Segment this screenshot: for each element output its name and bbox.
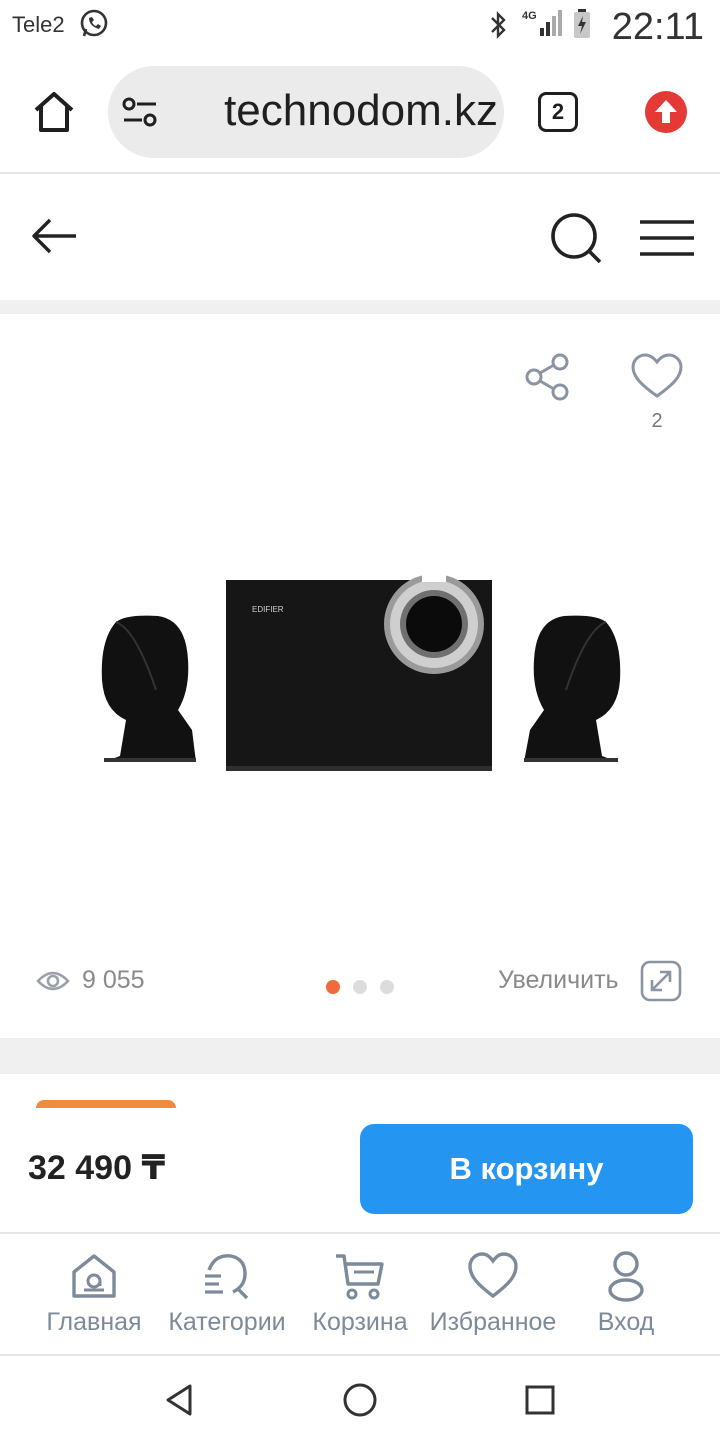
zoom-label[interactable]: Увеличить [498, 966, 619, 995]
nav-label: Главная [46, 1308, 142, 1336]
clock: 22:11 [611, 6, 704, 48]
views-eye-icon [36, 971, 70, 991]
gallery-dot[interactable] [380, 980, 394, 994]
gallery-dot[interactable] [353, 980, 367, 994]
nav-label: Вход [597, 1308, 655, 1336]
system-back-icon[interactable] [160, 1380, 200, 1420]
nav-label: Избранное [429, 1308, 557, 1336]
nav-label: Категории [168, 1308, 286, 1336]
nav-item-cart[interactable]: Корзина [288, 1250, 432, 1350]
categories-icon [205, 1254, 249, 1300]
update-available-icon[interactable] [644, 90, 688, 134]
tab-switcher-button[interactable]: 2 [538, 92, 578, 132]
signal-icon: 4G [522, 10, 562, 36]
system-navigation-bar [0, 1358, 720, 1440]
bluetooth-icon [491, 11, 506, 39]
heart-icon [468, 1252, 518, 1299]
user-icon [608, 1251, 644, 1302]
site-header [0, 176, 720, 300]
address-bar[interactable]: technodom.kz [108, 66, 504, 158]
nav-item-categories[interactable]: Категории [155, 1250, 299, 1350]
purchase-bar: 32 490 ₸ В корзину [0, 1074, 720, 1234]
battery-icon [574, 9, 590, 38]
bottom-navigation: Главная Категории Корзина Избранное Вход [0, 1234, 720, 1356]
nav-item-home[interactable]: Главная [22, 1250, 166, 1350]
browser-toolbar: technodom.kz 2 [0, 52, 720, 174]
expand-icon[interactable] [640, 960, 682, 1002]
back-arrow-icon[interactable] [30, 216, 78, 256]
system-recents-icon[interactable] [520, 1380, 560, 1420]
cart-icon [336, 1254, 384, 1300]
add-to-cart-button[interactable]: В корзину [360, 1124, 693, 1214]
hamburger-menu-icon[interactable] [640, 218, 694, 258]
search-icon[interactable] [548, 210, 604, 266]
product-price: 32 490 ₸ [28, 1149, 166, 1187]
favorites-count: 2 [651, 410, 663, 432]
gallery-dot[interactable] [326, 980, 340, 994]
system-home-icon[interactable] [340, 1380, 380, 1420]
product-image[interactable]: EDIFIER [96, 570, 626, 780]
whatsapp-icon [80, 9, 108, 37]
product-gallery[interactable]: 2 EDIFIER 9 055 Увеличить [0, 314, 720, 1038]
promo-badge [36, 1100, 176, 1108]
views-count: 9 055 [82, 966, 145, 994]
nav-item-login[interactable]: Вход [554, 1250, 698, 1350]
network-type: 4G [522, 10, 537, 22]
url-text: technodom.kz [224, 86, 498, 135]
share-icon[interactable] [524, 352, 572, 402]
brand-logo: EDIFIER [252, 605, 284, 614]
site-settings-icon[interactable] [122, 96, 158, 128]
nav-item-favorites[interactable]: Избранное [421, 1250, 565, 1350]
section-divider [0, 300, 720, 314]
carrier-name: Tele2 [12, 12, 65, 37]
nav-label: Корзина [312, 1308, 408, 1336]
favorite-heart-icon[interactable] [630, 352, 684, 402]
browser-home-icon[interactable] [30, 88, 78, 136]
home-icon [72, 1254, 116, 1298]
section-divider [0, 1038, 720, 1074]
status-bar: Tele2 4G 22:11 [0, 0, 720, 52]
